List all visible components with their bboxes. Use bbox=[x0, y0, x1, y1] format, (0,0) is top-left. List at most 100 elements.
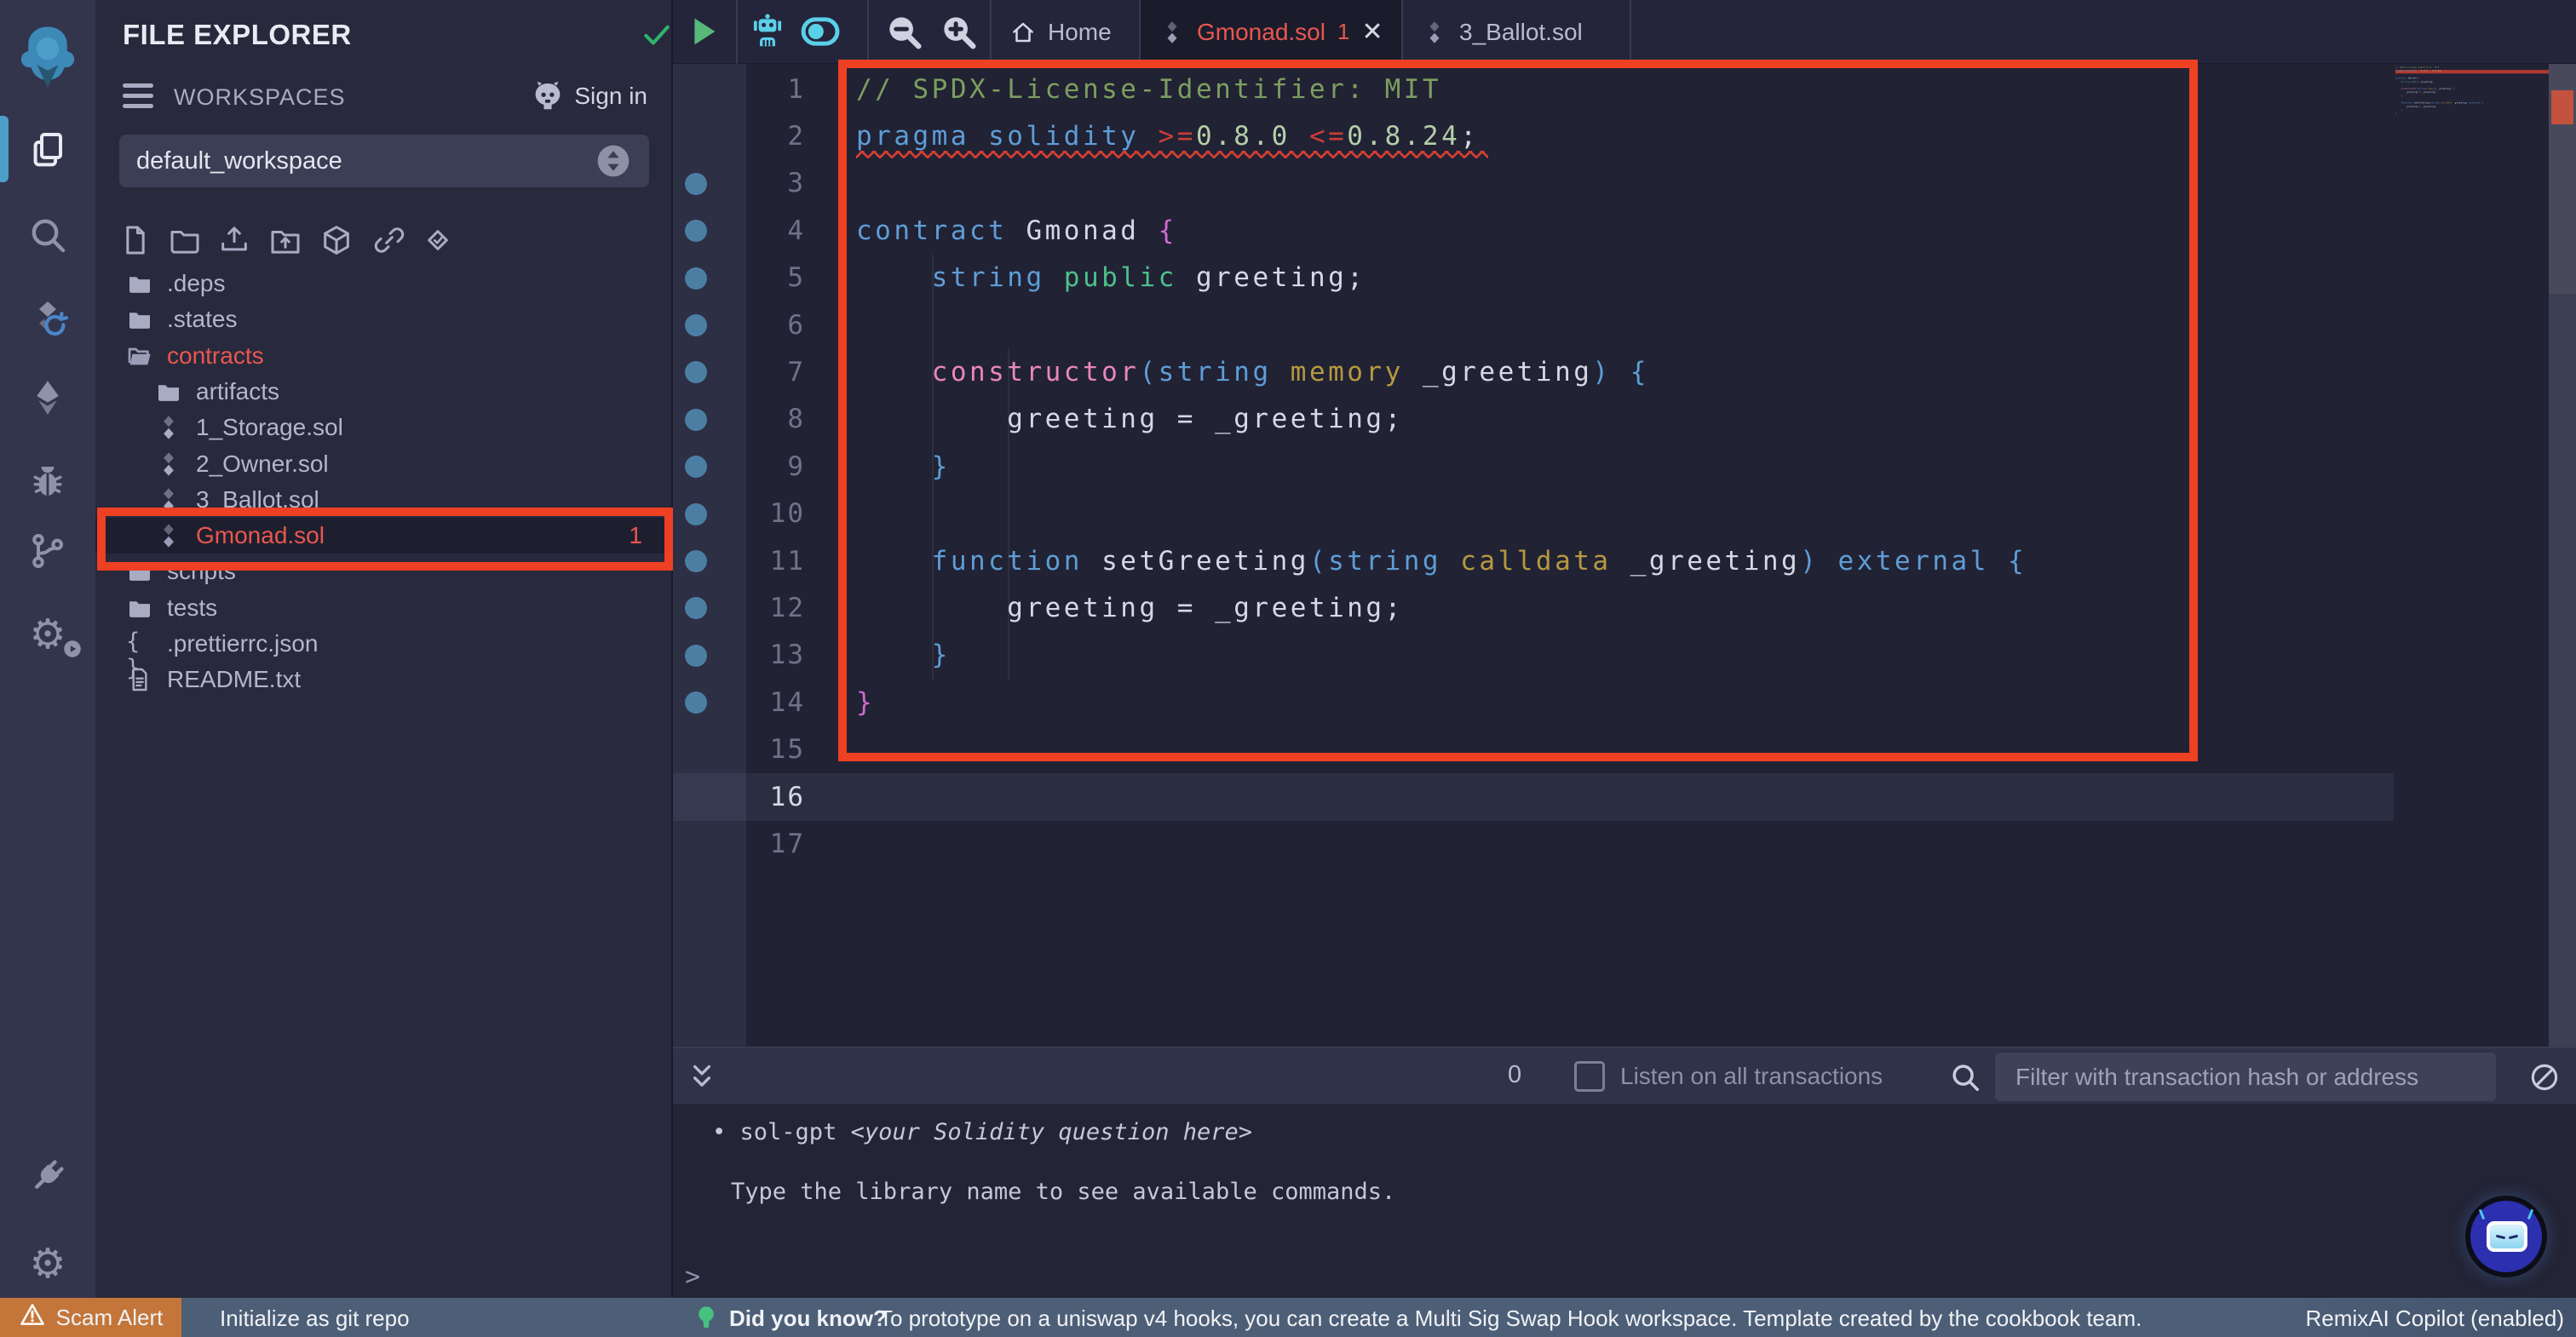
git-icon[interactable] bbox=[0, 520, 95, 582]
new-file-icon[interactable] bbox=[118, 223, 156, 261]
tab-label: 3_Ballot.sol bbox=[1459, 19, 1583, 46]
tree-item-2_Owner.sol[interactable]: 2_Owner.sol bbox=[95, 446, 671, 482]
gutter-dot[interactable] bbox=[685, 409, 707, 431]
tree-item-.states[interactable]: .states bbox=[95, 301, 671, 337]
init-git-repo-button[interactable]: Initialize as git repo bbox=[220, 1305, 410, 1332]
folder-icon bbox=[126, 306, 155, 335]
transaction-filter-input[interactable] bbox=[1995, 1053, 2496, 1101]
remix-ai-assistant-button[interactable] bbox=[2465, 1196, 2547, 1277]
editor-scrollbar[interactable] bbox=[2549, 64, 2576, 1047]
code-text: function setGreeting(string calldata _gr… bbox=[856, 546, 2027, 577]
solidity-icon bbox=[155, 450, 184, 479]
gutter-dot[interactable] bbox=[685, 314, 707, 336]
code-line-16[interactable]: 16 bbox=[673, 773, 2394, 820]
code-line-13[interactable]: 13 } bbox=[673, 632, 2394, 679]
cube-icon[interactable] bbox=[319, 223, 357, 261]
close-tab-icon[interactable]: ✕ bbox=[1361, 20, 1383, 45]
code-line-7[interactable]: 7 constructor(string memory _greeting) { bbox=[673, 348, 2394, 395]
tree-item-Gmonad.sol[interactable]: Gmonad.sol1 bbox=[95, 518, 671, 554]
workspace-select[interactable]: default_workspace bbox=[119, 135, 649, 187]
code-line-3[interactable]: 3 bbox=[673, 160, 2394, 207]
listen-checkbox[interactable] bbox=[1574, 1061, 1605, 1092]
gutter-dot[interactable] bbox=[685, 645, 707, 667]
gutter-dot[interactable] bbox=[685, 267, 707, 290]
tree-item-label: contracts bbox=[167, 342, 264, 370]
error-count-badge: 1 bbox=[629, 522, 642, 549]
code-line-10[interactable]: 10 bbox=[673, 491, 2394, 537]
tree-item-.prettierrc.json[interactable]: { }.prettierrc.json bbox=[95, 626, 671, 662]
github-sign-in-button[interactable]: Sign in bbox=[530, 78, 647, 114]
code-line-15[interactable]: 15 bbox=[673, 726, 2394, 772]
zoom-in-icon[interactable] bbox=[939, 12, 978, 51]
plugin-manager-icon[interactable] bbox=[0, 1145, 95, 1207]
settings-icon[interactable]: ⚙ bbox=[0, 1233, 95, 1294]
collapse-terminal-icon[interactable] bbox=[685, 1060, 719, 1094]
copilot-status[interactable]: RemixAI Copilot (enabled) bbox=[2306, 1305, 2564, 1332]
gutter-dot[interactable] bbox=[685, 503, 707, 525]
remix-logo[interactable] bbox=[0, 26, 95, 87]
tree-item-1_Storage.sol[interactable]: 1_Storage.sol bbox=[95, 410, 671, 445]
tree-item-tests[interactable]: tests bbox=[95, 590, 671, 626]
clear-terminal-icon[interactable] bbox=[2528, 1061, 2561, 1093]
run-play-icon[interactable] bbox=[683, 12, 722, 51]
tree-item-scripts[interactable]: scripts bbox=[95, 554, 671, 589]
terminal-prompt[interactable]: > bbox=[685, 1262, 700, 1292]
code-line-1[interactable]: 1// SPDX-License-Identifier: MIT bbox=[673, 66, 2394, 112]
solidity-file-icon bbox=[1159, 20, 1185, 45]
gutter-dot[interactable] bbox=[685, 691, 707, 714]
gutter-dot[interactable] bbox=[685, 550, 707, 572]
listen-label[interactable]: Listen on all transactions bbox=[1620, 1063, 1883, 1090]
line-number: 16 bbox=[673, 782, 805, 812]
terminal-search-icon[interactable] bbox=[1949, 1061, 1981, 1093]
ai-robot-icon[interactable] bbox=[748, 12, 787, 51]
gutter-dot[interactable] bbox=[685, 173, 707, 195]
file-explorer-icon[interactable] bbox=[0, 119, 95, 181]
code-line-11[interactable]: 11 function setGreeting(string calldata … bbox=[673, 537, 2394, 584]
search-icon[interactable] bbox=[0, 204, 95, 266]
folder-open-icon bbox=[126, 342, 155, 371]
code-line-14[interactable]: 14} bbox=[673, 679, 2394, 726]
code-editor[interactable]: 1// SPDX-License-Identifier: MIT2pragma … bbox=[673, 64, 2576, 1047]
tree-item-README.txt[interactable]: README.txt bbox=[95, 662, 671, 697]
did-you-know-label: Did you know? bbox=[729, 1305, 887, 1332]
gutter-dot[interactable] bbox=[685, 456, 707, 478]
tree-item-contracts[interactable]: contracts bbox=[95, 338, 671, 374]
code-line-6[interactable]: 6 bbox=[673, 301, 2394, 348]
editor-area: HomeGmonad.sol1✕3_Ballot.sol 1// SPDX-Li… bbox=[673, 0, 2576, 1298]
tab-3_Ballot.sol[interactable]: 3_Ballot.sol bbox=[1403, 0, 1631, 64]
ai-robot-face-icon bbox=[2487, 1221, 2527, 1252]
debugger-icon[interactable] bbox=[0, 450, 95, 511]
workspaces-menu-icon[interactable] bbox=[123, 83, 153, 114]
code-line-17[interactable]: 17 bbox=[673, 820, 2394, 867]
check-icon bbox=[641, 19, 673, 51]
scrollbar-error-mark bbox=[2551, 90, 2573, 124]
tab-Home[interactable]: Home bbox=[992, 0, 1141, 64]
tree-item-3_Ballot.sol[interactable]: 3_Ballot.sol bbox=[95, 482, 671, 518]
panel-title: FILE EXPLORER bbox=[123, 19, 352, 51]
code-line-12[interactable]: 12 greeting = _greeting; bbox=[673, 584, 2394, 631]
link-icon[interactable] bbox=[372, 223, 410, 261]
new-folder-icon[interactable] bbox=[168, 223, 205, 261]
code-line-4[interactable]: 4contract Gmonad { bbox=[673, 207, 2394, 254]
line-number: 1 bbox=[673, 74, 805, 105]
code-line-9[interactable]: 9 } bbox=[673, 443, 2394, 490]
minimap[interactable]: // SPDX-License-Identifier: MITpragma so… bbox=[2395, 66, 2549, 731]
github-icon bbox=[530, 78, 566, 114]
terminal-help-line: Type the library name to see available c… bbox=[731, 1179, 1395, 1205]
deploy-run-icon[interactable] bbox=[0, 367, 95, 428]
analyzers-icon[interactable]: ⚙ bbox=[0, 604, 95, 665]
terminal-panel: 0 Listen on all transactions • sol-gpt <… bbox=[673, 1047, 2576, 1298]
scam-alert-button[interactable]: Scam Alert bbox=[0, 1298, 181, 1337]
copilot-toggle-icon[interactable] bbox=[801, 12, 854, 51]
upload-folder-icon[interactable] bbox=[268, 223, 306, 261]
solidity-compiler-icon[interactable] bbox=[0, 287, 95, 348]
tree-item-.deps[interactable]: .deps bbox=[95, 266, 671, 301]
code-line-8[interactable]: 8 greeting = _greeting; bbox=[673, 396, 2394, 443]
diamond-icon[interactable] bbox=[421, 223, 458, 261]
upload-file-icon[interactable] bbox=[217, 223, 255, 261]
tree-item-artifacts[interactable]: artifacts bbox=[95, 374, 671, 410]
gutter-dot[interactable] bbox=[685, 220, 707, 242]
zoom-out-icon[interactable] bbox=[884, 12, 923, 51]
tab-Gmonad.sol[interactable]: Gmonad.sol1✕ bbox=[1141, 0, 1403, 64]
code-line-5[interactable]: 5 string public greeting; bbox=[673, 255, 2394, 301]
